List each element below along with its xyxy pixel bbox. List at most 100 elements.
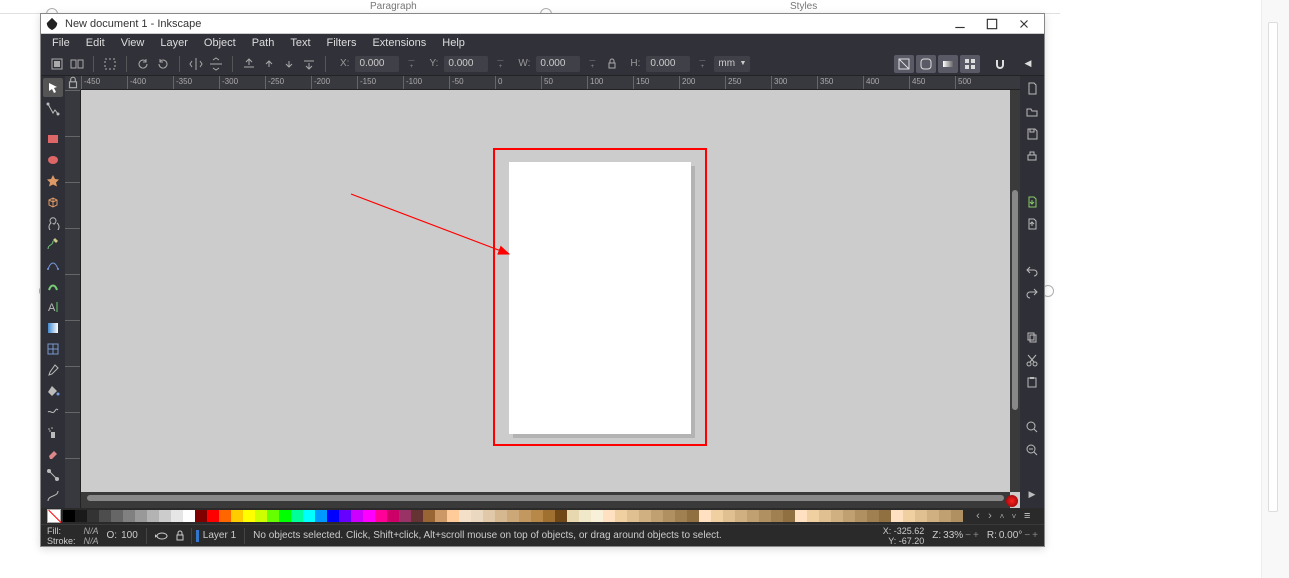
color-swatch[interactable] bbox=[771, 510, 783, 522]
deselect-icon[interactable] bbox=[102, 56, 118, 72]
color-swatch[interactable] bbox=[819, 510, 831, 522]
star-tool[interactable] bbox=[43, 172, 63, 191]
menu-extensions[interactable]: Extensions bbox=[365, 35, 433, 51]
bezier-tool[interactable] bbox=[43, 256, 63, 275]
zoom-value[interactable]: 33% bbox=[943, 530, 963, 541]
color-swatch[interactable] bbox=[147, 510, 159, 522]
mesh-tool[interactable] bbox=[43, 340, 63, 359]
color-swatch[interactable] bbox=[363, 510, 375, 522]
dropper-tool[interactable] bbox=[43, 361, 63, 380]
color-swatch[interactable] bbox=[891, 510, 903, 522]
color-swatch[interactable] bbox=[87, 510, 99, 522]
menu-file[interactable]: File bbox=[45, 35, 77, 51]
calligraphy-tool[interactable] bbox=[43, 277, 63, 296]
color-swatch[interactable] bbox=[651, 510, 663, 522]
color-swatch[interactable] bbox=[327, 510, 339, 522]
host-scrollbar[interactable] bbox=[1261, 0, 1289, 578]
color-swatch[interactable] bbox=[195, 510, 207, 522]
color-swatch[interactable] bbox=[735, 510, 747, 522]
scrollbar-thumb[interactable] bbox=[1012, 190, 1018, 410]
color-swatch[interactable] bbox=[159, 510, 171, 522]
color-swatch[interactable] bbox=[123, 510, 135, 522]
gradient-tool[interactable] bbox=[43, 319, 63, 338]
color-swatch[interactable] bbox=[711, 510, 723, 522]
open-document-icon[interactable] bbox=[1022, 103, 1042, 122]
host-scrollbar-thumb[interactable] bbox=[1268, 22, 1278, 512]
print-icon[interactable] bbox=[1022, 148, 1042, 167]
rotate-left-icon[interactable]: − bbox=[1024, 530, 1030, 541]
color-swatch[interactable] bbox=[135, 510, 147, 522]
y-input[interactable]: 0.000 bbox=[444, 56, 488, 72]
color-swatch[interactable] bbox=[867, 510, 879, 522]
no-color-swatch[interactable] bbox=[47, 509, 61, 523]
save-document-icon[interactable] bbox=[1022, 125, 1042, 144]
lower-icon[interactable] bbox=[281, 56, 297, 72]
rotate-ccw-icon[interactable] bbox=[135, 56, 151, 72]
select-all-layers-icon[interactable] bbox=[49, 56, 65, 72]
palette-scroll-right-icon[interactable]: › bbox=[984, 510, 996, 522]
color-swatch[interactable] bbox=[111, 510, 123, 522]
color-swatch[interactable] bbox=[927, 510, 939, 522]
flip-vertical-icon[interactable] bbox=[208, 56, 224, 72]
fill-stroke-indicator[interactable]: Fill: Stroke: bbox=[47, 526, 76, 546]
color-swatch[interactable] bbox=[591, 510, 603, 522]
zoom-drawing-icon[interactable] bbox=[1022, 441, 1042, 460]
x-input[interactable]: 0.000 bbox=[355, 56, 399, 72]
canvas-viewport[interactable] bbox=[81, 90, 1020, 508]
zoom-selection-icon[interactable] bbox=[1022, 418, 1042, 437]
horizontal-scrollbar[interactable] bbox=[81, 492, 1010, 508]
rotate-right-icon[interactable]: + bbox=[1032, 530, 1038, 541]
zoom-control[interactable]: Z: 33% − + bbox=[932, 530, 979, 541]
layer-lock-icon[interactable] bbox=[173, 529, 187, 543]
color-swatch[interactable] bbox=[219, 510, 231, 522]
menu-filters[interactable]: Filters bbox=[320, 35, 364, 51]
color-swatch[interactable] bbox=[279, 510, 291, 522]
color-swatch[interactable] bbox=[555, 510, 567, 522]
color-swatch[interactable] bbox=[243, 510, 255, 522]
color-swatch[interactable] bbox=[855, 510, 867, 522]
scale-stroke-icon[interactable] bbox=[894, 55, 914, 73]
color-swatch[interactable] bbox=[447, 510, 459, 522]
color-swatch[interactable] bbox=[411, 510, 423, 522]
color-swatch[interactable] bbox=[459, 510, 471, 522]
lower-bottom-icon[interactable] bbox=[301, 56, 317, 72]
w-spinner[interactable]: —+ bbox=[584, 56, 600, 72]
selector-tool[interactable] bbox=[43, 78, 63, 97]
opacity-value[interactable]: 100 bbox=[121, 530, 138, 541]
color-swatch[interactable] bbox=[639, 510, 651, 522]
color-swatch[interactable] bbox=[759, 510, 771, 522]
color-swatch[interactable] bbox=[231, 510, 243, 522]
snap-toggle-icon[interactable] bbox=[992, 56, 1008, 72]
color-swatch[interactable] bbox=[915, 510, 927, 522]
color-swatch[interactable] bbox=[687, 510, 699, 522]
color-swatch[interactable] bbox=[471, 510, 483, 522]
scale-corners-icon[interactable] bbox=[916, 55, 936, 73]
color-swatch[interactable] bbox=[303, 510, 315, 522]
palette-up-icon[interactable]: ˄ bbox=[996, 512, 1008, 521]
color-swatch[interactable] bbox=[939, 510, 951, 522]
spiral-tool[interactable] bbox=[43, 214, 63, 233]
color-swatch[interactable] bbox=[291, 510, 303, 522]
spray-tool[interactable] bbox=[43, 424, 63, 443]
layer-name[interactable]: Layer 1 bbox=[203, 530, 236, 541]
tweak-tool[interactable] bbox=[43, 403, 63, 422]
palette-menu-icon[interactable]: ≡ bbox=[1024, 510, 1038, 522]
color-swatch[interactable] bbox=[627, 510, 639, 522]
close-button[interactable] bbox=[1008, 15, 1040, 33]
color-swatch[interactable] bbox=[879, 510, 891, 522]
color-swatch[interactable] bbox=[675, 510, 687, 522]
snap-menu-icon[interactable]: ◀ bbox=[1020, 56, 1036, 72]
menu-layer[interactable]: Layer bbox=[153, 35, 195, 51]
color-swatch[interactable] bbox=[315, 510, 327, 522]
box3d-tool[interactable] bbox=[43, 193, 63, 212]
w-input[interactable]: 0.000 bbox=[536, 56, 580, 72]
color-swatch[interactable] bbox=[747, 510, 759, 522]
color-swatch[interactable] bbox=[783, 510, 795, 522]
expand-panel-icon[interactable]: ▶ bbox=[1022, 486, 1042, 505]
new-document-icon[interactable] bbox=[1022, 80, 1042, 99]
fill-value[interactable]: N/A bbox=[84, 526, 99, 536]
color-swatch[interactable] bbox=[351, 510, 363, 522]
rectangle-tool[interactable] bbox=[43, 130, 63, 149]
color-swatch[interactable] bbox=[831, 510, 843, 522]
menu-path[interactable]: Path bbox=[245, 35, 282, 51]
